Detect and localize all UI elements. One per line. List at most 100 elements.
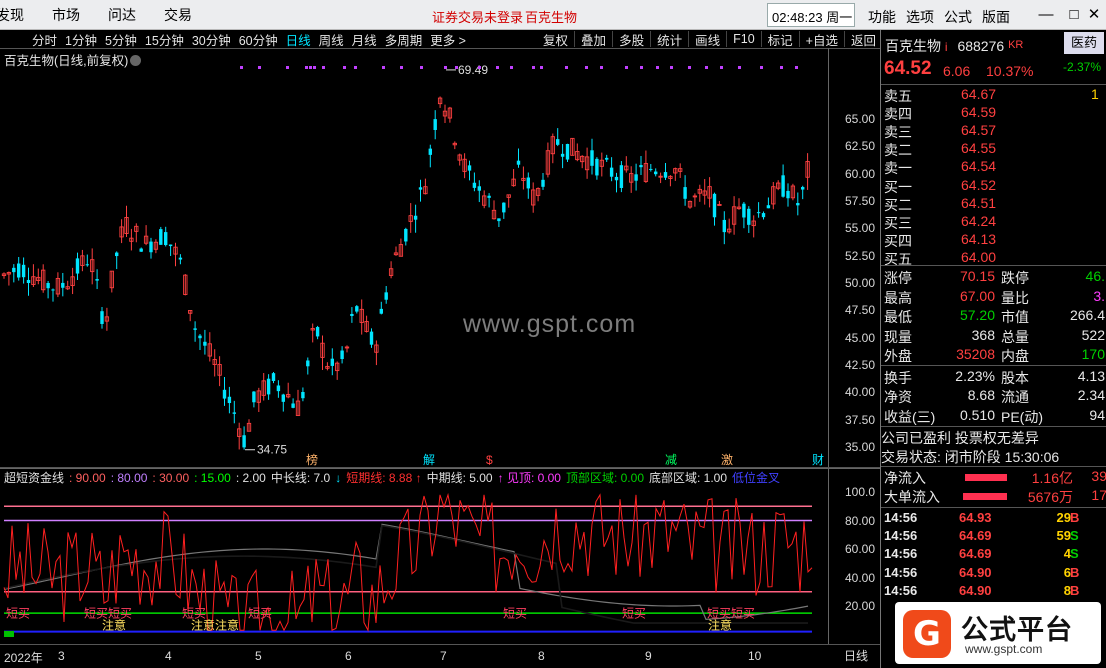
candle xyxy=(153,239,159,254)
action-draw-line[interactable]: 画线 xyxy=(691,30,724,49)
trade-status: 交易状态: 闭市阶段 15:30:06 xyxy=(881,449,1060,465)
menu-function[interactable]: 功能 xyxy=(868,7,896,27)
period-more[interactable]: 更多 > xyxy=(426,30,470,49)
stat-label: PE(动) xyxy=(1001,408,1043,425)
candle xyxy=(717,200,722,206)
kline-chart[interactable]: 69.49 34.75 榜 解 $ 减 激 财 xyxy=(0,48,880,468)
period-fenshi[interactable]: 分时 xyxy=(28,30,61,49)
candle xyxy=(742,201,746,229)
indicator-chart[interactable]: 短买 短买短买 短买 短买 短买 短买 短买短买注意 注意注意 注意 xyxy=(0,468,880,644)
candle xyxy=(595,157,599,180)
menu-trade[interactable]: 交易 xyxy=(150,5,206,25)
tick-row[interactable]: 14:56 64.90 6 B xyxy=(881,565,1106,584)
candle xyxy=(790,183,796,201)
menu-formula[interactable]: 公式 xyxy=(944,7,972,27)
period-tab-daily[interactable]: 日线 xyxy=(844,647,868,664)
action-back[interactable]: 返回 xyxy=(847,30,880,49)
candle xyxy=(634,163,638,191)
ask-row[interactable]: 卖一 64.54 xyxy=(881,158,1106,177)
menu-market[interactable]: 市场 xyxy=(38,5,94,25)
action-f10[interactable]: F10 xyxy=(729,32,759,46)
stat-value: 170 xyxy=(1081,346,1105,362)
period-60min[interactable]: 60分钟 xyxy=(235,30,282,49)
period-5min[interactable]: 5分钟 xyxy=(101,30,141,49)
candle xyxy=(41,264,46,293)
candle xyxy=(295,389,301,416)
ask-row[interactable]: 卖二 64.55 xyxy=(881,140,1106,159)
candle xyxy=(143,225,149,246)
period-1min[interactable]: 1分钟 xyxy=(61,30,101,49)
note-label: 注意 xyxy=(102,618,126,633)
stat-value: 522 xyxy=(1081,326,1105,343)
candle xyxy=(340,346,344,364)
stat-row: 外盘 35208 内盘 170 xyxy=(881,346,1106,365)
ask-row[interactable]: 卖四 64.59 xyxy=(881,104,1106,123)
candle xyxy=(46,280,50,299)
tick-time: 14:56 xyxy=(884,582,918,598)
bid-row[interactable]: 买四 64.13 xyxy=(881,231,1106,250)
bid-row[interactable]: 买三 64.24 xyxy=(881,213,1106,232)
minimize-icon[interactable]: — xyxy=(1034,4,1058,26)
period-monthly[interactable]: 月线 xyxy=(348,30,381,49)
price-tick-label: 57.50 xyxy=(844,194,875,208)
action-multi-stock[interactable]: 多股 xyxy=(615,30,648,49)
stat-value: 8.68 xyxy=(967,387,995,403)
candle xyxy=(159,226,163,245)
chart-settings-icon[interactable] xyxy=(130,55,142,66)
stat-value: 35208 xyxy=(956,346,995,362)
flow-extra: 17 xyxy=(1091,487,1106,503)
candle xyxy=(306,357,310,375)
menu-layout[interactable]: 版面 xyxy=(982,7,1010,27)
action-stats[interactable]: 统计 xyxy=(653,30,686,49)
candle xyxy=(658,172,663,184)
stat-label: 收益(三) xyxy=(884,408,936,425)
menu-wenda[interactable]: 问达 xyxy=(94,5,150,25)
ask-row[interactable]: 卖五 64.67 1 xyxy=(881,86,1106,105)
info-flag-icon[interactable]: i xyxy=(945,40,948,54)
bid-price: 64.51 xyxy=(961,195,997,211)
candle xyxy=(281,393,285,412)
period-15min[interactable]: 15分钟 xyxy=(141,30,188,49)
indicator-legend: 超短资金线: 90.00: 80.00: 30.00: 15.00: 2.00 中… xyxy=(4,469,785,486)
ask-label: 卖五 xyxy=(884,88,912,104)
sector-badge[interactable]: 医药 xyxy=(1064,32,1104,54)
login-notice[interactable]: 证券交易未登录 xyxy=(432,7,523,26)
tick-row[interactable]: 14:56 64.93 29 B xyxy=(881,510,1106,529)
candle xyxy=(433,110,437,140)
stat-row: 涨停 70.15 跌停 46. xyxy=(881,268,1106,287)
menu-discover[interactable]: 发现 xyxy=(0,5,38,25)
period-weekly[interactable]: 周线 xyxy=(315,30,348,49)
candle xyxy=(212,349,217,377)
date-label: 6 xyxy=(345,649,352,663)
candle xyxy=(722,211,726,245)
tick-row[interactable]: 14:56 64.69 59 S xyxy=(881,528,1106,547)
brand-logo: G 公式平台 www.gspt.com xyxy=(895,602,1101,664)
stat-label: 内盘 xyxy=(1001,348,1029,364)
close-icon[interactable]: ✕ xyxy=(1082,4,1106,26)
tick-row[interactable]: 14:56 64.69 4 S xyxy=(881,546,1106,565)
candle xyxy=(687,200,693,209)
period-30min[interactable]: 30分钟 xyxy=(188,30,235,49)
watermark: www.gspt.com xyxy=(463,310,637,338)
tick-side: S xyxy=(1070,528,1079,544)
action-add-watchlist[interactable]: +自选 xyxy=(802,30,842,49)
period-daily[interactable]: 日线 xyxy=(282,30,315,49)
action-restore-rights[interactable]: 复权 xyxy=(539,30,572,49)
action-mark[interactable]: 标记 xyxy=(764,30,797,49)
candle xyxy=(320,335,325,371)
tick-row[interactable]: 14:56 64.90 8 B xyxy=(881,583,1106,602)
stat-value: 4.13 xyxy=(1077,367,1105,384)
ask-row[interactable]: 卖三 64.57 xyxy=(881,122,1106,141)
bid-row[interactable]: 买二 64.51 xyxy=(881,195,1106,214)
chart-title-text: 百克生物(日线,前复权) xyxy=(4,54,129,68)
candle xyxy=(599,152,604,177)
candle xyxy=(6,271,12,286)
period-multi[interactable]: 多周期 xyxy=(381,30,427,49)
bid-row[interactable]: 买一 64.52 xyxy=(881,177,1106,196)
stat-value: 0.510 xyxy=(959,406,995,423)
menu-options[interactable]: 选项 xyxy=(906,7,934,27)
legend-item: 超短资金线 xyxy=(4,471,65,485)
candle xyxy=(786,183,790,207)
action-overlay[interactable]: 叠加 xyxy=(577,30,610,49)
candle xyxy=(482,190,487,209)
